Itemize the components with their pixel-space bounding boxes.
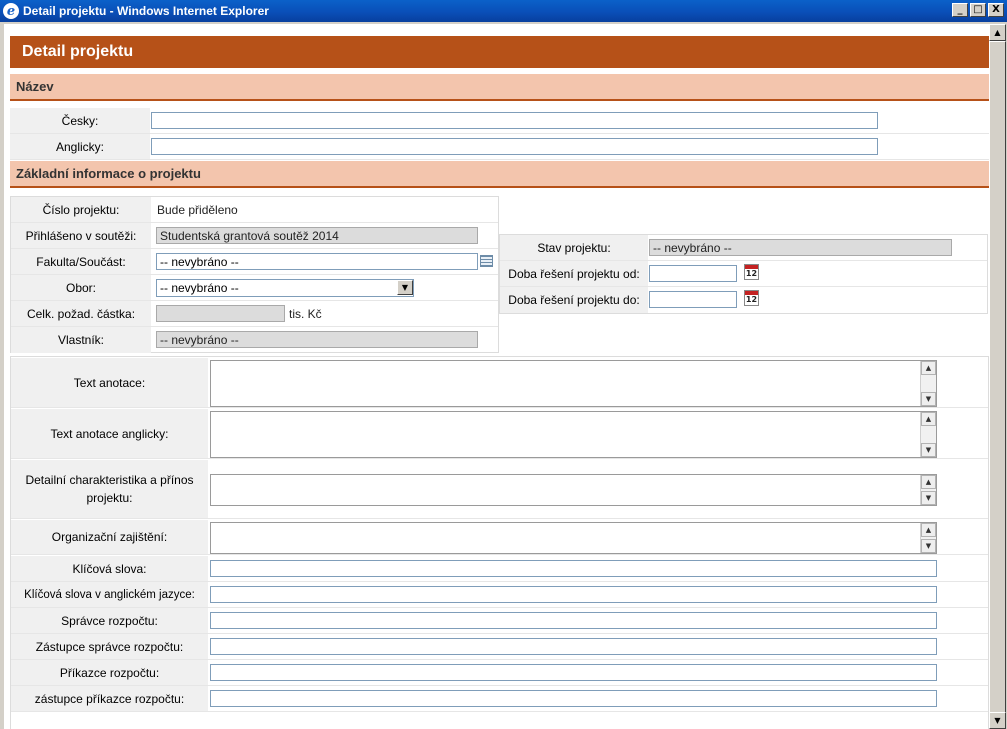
scroll-up-icon[interactable]: ▲ [921,475,936,489]
row-cislo-projektu: Číslo projektu: Bude přiděleno [11,197,498,223]
label-anglicky: Anglicky: [10,134,150,159]
text-anotace-anglicky-textarea[interactable]: ▲ ▼ [210,411,937,458]
row-doba-od: Doba řešení projektu od: 12 [500,261,987,287]
scrollbar-thumb[interactable] [989,41,1006,713]
label-cesky: Česky: [10,108,150,133]
row-spravce-rozpoctu: Správce rozpočtu: [11,608,988,634]
obor-selected-value: -- nevybráno -- [160,281,239,295]
textarea-scrollbar[interactable]: ▲ ▼ [920,361,936,406]
internet-explorer-icon: e [3,3,19,19]
label-stav-projektu: Stav projektu: [500,235,648,260]
zastupce-prikazce-input[interactable] [210,690,937,707]
obor-select[interactable]: -- nevybráno -- ▼ [156,279,414,297]
window-controls: _ □ X [952,3,1004,17]
label-prikazce-rozpoctu: Příkazce rozpočtu: [11,660,208,685]
label-organizacni-zajisteni: Organizační zajištění: [11,520,208,554]
section-zakladni-informace: Základní informace o projektu [10,161,989,188]
label-text-anotace-anglicky: Text anotace anglicky: [11,409,208,458]
row-klicova-slova-en: Klíčová slova v anglickém jazyce: [11,582,988,608]
calendar-icon[interactable]: 12 [744,290,759,306]
row-castka: Celk. požad. částka: tis. Kč [11,301,498,327]
chevron-down-icon[interactable]: ▼ [397,280,413,295]
browser-frame: Detail projektu Název Česky: Anglicky: Z… [0,22,1007,729]
row-obor: Obor: -- nevybráno -- ▼ [11,275,498,301]
row-vlastnik: Vlastník: -- nevybráno -- [11,327,498,353]
row-prikazce-rozpoctu: Příkazce rozpočtu: [11,660,988,686]
label-prihlaseno: Přihlášeno v soutěži: [11,223,151,248]
label-obor: Obor: [11,275,151,300]
close-button[interactable]: X [988,3,1004,17]
label-fakulta: Fakulta/Součást: [11,249,151,274]
window-title: Detail projektu - Windows Internet Explo… [23,4,269,18]
section-nazev: Název [10,74,989,101]
row-organizacni-zajisteni: Organizační zajištění: ▲ ▼ [11,520,988,555]
page-scrollbar[interactable]: ▲ ▼ [989,24,1006,729]
prihlaseno-field: Studentská grantová soutěž 2014 [156,227,478,244]
maximize-button[interactable]: □ [970,3,986,17]
row-anglicky: Anglicky: [10,134,989,160]
label-klicova-slova-en: Klíčová slova v anglickém jazyce: [11,582,208,607]
castka-field [156,305,285,322]
fakulta-input[interactable]: -- nevybráno -- [156,253,478,270]
minimize-button[interactable]: _ [952,3,968,17]
organizacni-zajisteni-textarea[interactable]: ▲ ▼ [210,522,937,554]
prikazce-rozpoctu-input[interactable] [210,664,937,681]
row-stav-projektu: Stav projektu: -- nevybráno -- [500,235,987,261]
label-vlastnik: Vlastník: [11,327,151,353]
label-klicova-slova: Klíčová slova: [11,556,208,581]
label-cislo-projektu: Číslo projektu: [11,197,151,222]
calendar-icon[interactable]: 12 [744,264,759,280]
row-cesky: Česky: [10,108,989,134]
page-viewport: Detail projektu Název Česky: Anglicky: Z… [4,24,989,729]
cislo-projektu-value: Bude přiděleno [157,203,238,217]
row-doba-do: Doba řešení projektu do: 12 [500,287,987,313]
row-charakteristika: Detailní charakteristika a přínos projek… [11,460,988,519]
scroll-down-icon[interactable]: ▼ [921,392,936,406]
zastupce-spravce-input[interactable] [210,638,937,655]
castka-unit: tis. Kč [289,307,322,321]
label-zastupce-prikazce: zástupce příkazce rozpočtu: [11,686,208,711]
cesky-input[interactable] [151,112,878,129]
charakteristika-textarea[interactable]: ▲ ▼ [210,474,937,506]
spravce-rozpoctu-input[interactable] [210,612,937,629]
scroll-up-icon[interactable]: ▲ [921,523,936,537]
text-anotace-textarea[interactable]: ▲ ▼ [210,360,937,407]
row-prihlaseno: Přihlášeno v soutěži: Studentská grantov… [11,223,498,249]
row-text-anotace: Text anotace: ▲ ▼ [11,358,988,408]
scroll-down-icon[interactable]: ▼ [921,491,936,505]
vlastnik-field: -- nevybráno -- [156,331,478,348]
textarea-scrollbar[interactable]: ▲ ▼ [920,412,936,457]
page-title: Detail projektu [10,36,989,68]
scroll-up-icon[interactable]: ▲ [989,24,1006,41]
scroll-up-icon[interactable]: ▲ [921,361,936,375]
row-text-anotace-anglicky: Text anotace anglicky: ▲ ▼ [11,409,988,459]
label-spravce-rozpoctu: Správce rozpočtu: [11,608,208,633]
scroll-up-icon[interactable]: ▲ [921,412,936,426]
anglicky-input[interactable] [151,138,878,155]
scroll-down-icon[interactable]: ▼ [921,443,936,457]
scroll-down-icon[interactable]: ▼ [921,539,936,553]
label-castka: Celk. požad. částka: [11,301,151,326]
window-titlebar: e Detail projektu - Windows Internet Exp… [0,0,1007,22]
row-fakulta: Fakulta/Součást: -- nevybráno -- [11,249,498,275]
textarea-scrollbar[interactable]: ▲ ▼ [920,523,936,553]
label-zastupce-spravce: Zástupce správce rozpočtu: [11,634,208,659]
klicova-slova-en-input[interactable] [210,586,937,603]
klicova-slova-input[interactable] [210,560,937,577]
row-zastupce-spravce: Zástupce správce rozpočtu: [11,634,988,660]
doba-od-input[interactable] [649,265,737,282]
textarea-scrollbar[interactable]: ▲ ▼ [920,475,936,505]
label-doba-do: Doba řešení projektu do: [500,287,648,313]
label-charakteristika: Detailní charakteristika a přínos projek… [11,460,208,518]
doba-do-input[interactable] [649,291,737,308]
list-icon[interactable] [480,255,493,267]
row-zastupce-prikazce: zástupce příkazce rozpočtu: [11,686,988,712]
label-text-anotace: Text anotace: [11,358,208,407]
row-klicova-slova: Klíčová slova: [11,556,988,582]
scroll-down-icon[interactable]: ▼ [989,712,1006,729]
stav-projektu-field: -- nevybráno -- [649,239,952,256]
label-doba-od: Doba řešení projektu od: [500,261,648,286]
